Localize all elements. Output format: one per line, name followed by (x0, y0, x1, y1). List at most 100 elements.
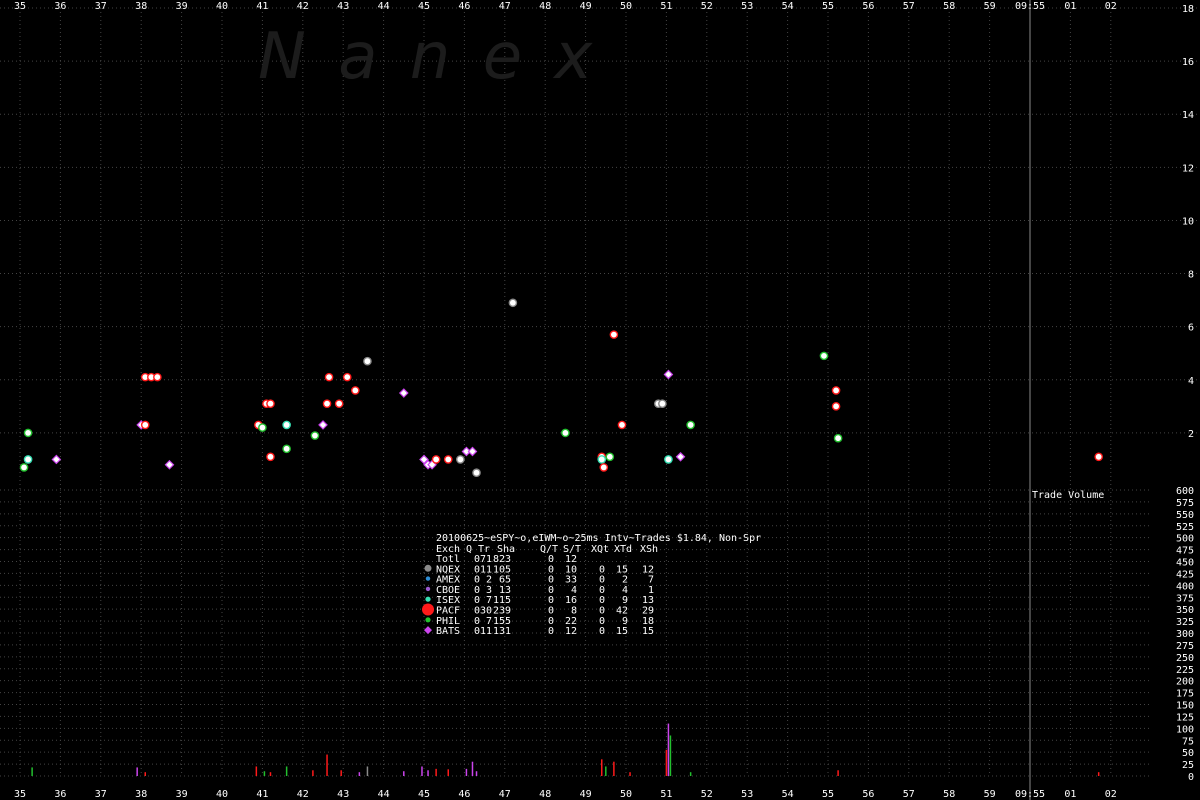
legend-marker (425, 576, 431, 581)
x-tick-bottom: 58 (943, 789, 955, 800)
x-tick-bottom: 47 (499, 789, 511, 800)
trade-point (324, 372, 334, 382)
price-y-tick: 14 (1182, 110, 1194, 121)
volume-y-tick: 75 (1182, 736, 1194, 747)
volume-y-tick: 250 (1176, 653, 1194, 664)
trade-points (19, 298, 1103, 478)
x-axis-bottom-ticks: 35 36 37 38 39 40 41 42 43 44 45 46 47 48 49 50 51 52 53 54… (14, 789, 1117, 800)
x-tick-bottom: 46 (458, 789, 470, 800)
volume-y-tick: 475 (1176, 546, 1194, 557)
volume-y-tick: 275 (1176, 641, 1194, 652)
x-tick-bottom: 56 (862, 789, 874, 800)
x-tick-top: 43 (337, 1, 349, 12)
x-tick-bottom: 40 (216, 789, 228, 800)
volume-y-tick: 175 (1176, 689, 1194, 700)
volume-y-tick: 200 (1176, 677, 1194, 688)
legend-marker (424, 564, 432, 572)
x-tick-bottom: 49 (580, 789, 592, 800)
trade-point (140, 420, 150, 430)
x-tick-bottom: 55 (822, 789, 834, 800)
legend-row-value: 0 (599, 626, 605, 637)
volume-y-tick: 0 (1188, 772, 1194, 783)
x-tick-top: 46 (458, 1, 470, 12)
trade-point (599, 463, 609, 472)
legend-header-cell: XTd (614, 544, 632, 555)
volume-bars (31, 723, 1100, 776)
x-tick-top: 39 (176, 1, 188, 12)
price-y-tick: 2 (1188, 429, 1194, 440)
x-tick-top: 09:55 (1015, 1, 1045, 12)
volume-y-axis-ticks: 0255075100125150175200225250275300325350… (1176, 486, 1194, 783)
trade-point (664, 455, 673, 464)
x-axis-top-ticks: 35 36 37 38 39 40 41 42 43 44 45 46 47 48 49 50 51 52 53 54… (14, 1, 1117, 12)
legend-rows: Totl 0 71 823 0 12NQEX 0 11 105 0 10 0 15 12AMEX 0 2 65 0… (422, 554, 654, 637)
x-tick-bottom: 42 (297, 789, 309, 800)
trade-point (23, 428, 33, 438)
trade-point (266, 452, 275, 462)
x-tick-bottom: 38 (135, 789, 147, 800)
trade-point (398, 388, 409, 398)
trade-point (472, 468, 481, 478)
volume-y-tick: 325 (1176, 617, 1194, 628)
price-y-tick: 18 (1182, 4, 1194, 15)
trade-point (675, 451, 686, 462)
legend-title: 20100625~eSPY~o,eIWM~o~25ms Intv~Trades … (436, 533, 761, 544)
x-tick-top: 45 (418, 1, 430, 12)
volume-y-tick: 425 (1176, 569, 1194, 580)
volume-y-tick: 550 (1176, 510, 1194, 521)
trade-point (467, 446, 478, 457)
x-tick-bottom: 01 (1064, 789, 1076, 800)
price-y-tick: 6 (1188, 323, 1194, 334)
trade-point (663, 369, 674, 380)
price-y-tick: 10 (1182, 216, 1194, 227)
legend-row-value: 0 (548, 626, 554, 637)
nanex-watermark: N a n e x (258, 20, 598, 94)
trade-point (282, 444, 291, 454)
legend-row-name: BATS (436, 626, 460, 637)
x-tick-top: 49 (580, 1, 592, 12)
trade-point (1094, 452, 1103, 462)
volume-y-tick: 350 (1176, 605, 1194, 616)
price-y-axis-ticks: 2 4 6 8 10 12 14 16 18 (1182, 4, 1194, 440)
x-tick-bottom: 50 (620, 789, 632, 800)
trade-point (508, 298, 518, 308)
trade-point (456, 455, 465, 464)
volume-y-tick: 400 (1176, 581, 1194, 592)
x-tick-bottom: 35 (14, 789, 26, 800)
trade-point (318, 420, 328, 430)
trade-point (282, 420, 291, 430)
x-tick-bottom: 02 (1105, 789, 1117, 800)
legend-row-value: 131 (493, 626, 511, 637)
trade-point (310, 431, 320, 440)
volume-y-tick: 450 (1176, 558, 1194, 569)
trade-point (686, 420, 695, 430)
volume-y-tick: 50 (1182, 748, 1194, 759)
legend-header-cell: XQt (591, 544, 609, 555)
x-tick-top: 57 (903, 1, 915, 12)
trade-point (597, 455, 607, 464)
x-tick-top: 52 (701, 1, 713, 12)
volume-y-tick: 100 (1176, 724, 1194, 735)
trade-point (443, 455, 453, 464)
trade-point (561, 428, 570, 438)
volume-y-tick: 375 (1176, 593, 1194, 604)
trade-point (831, 402, 841, 411)
legend-marker (425, 596, 431, 602)
volume-y-tick: 225 (1176, 665, 1194, 676)
x-tick-bottom: 48 (539, 789, 551, 800)
trade-point (658, 399, 667, 408)
trade-point (266, 399, 275, 408)
trade-point (334, 399, 344, 408)
trade-point (363, 356, 372, 366)
price-y-tick: 4 (1188, 376, 1194, 387)
x-tick-top: 54 (782, 1, 794, 12)
x-tick-bottom: 45 (418, 789, 430, 800)
x-tick-top: 44 (378, 1, 390, 12)
legend-row-value: 15 (616, 626, 628, 637)
price-y-tick: 16 (1182, 57, 1194, 68)
x-tick-bottom: 54 (782, 789, 794, 800)
trade-point (609, 330, 619, 339)
x-tick-top: 59 (984, 1, 996, 12)
trade-point (322, 399, 332, 408)
x-tick-bottom: 41 (256, 789, 268, 800)
